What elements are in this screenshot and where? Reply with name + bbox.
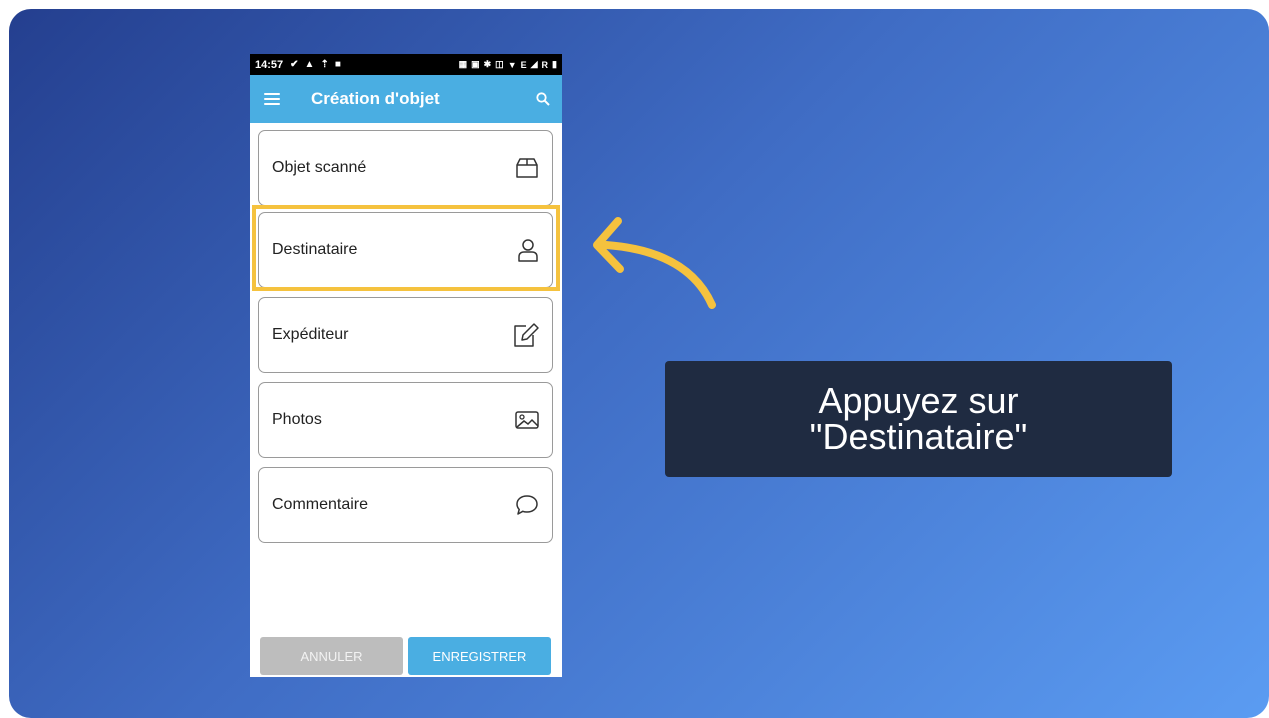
roaming-label: R: [541, 59, 549, 70]
edit-icon: [512, 322, 540, 348]
box-icon: [514, 157, 540, 179]
battery-icon: ▮: [552, 59, 557, 69]
search-icon[interactable]: [536, 92, 550, 106]
callout-line-1: Appuyez sur: [818, 380, 1019, 421]
item-destinataire[interactable]: Destinataire: [258, 212, 553, 288]
item-label: Photos: [272, 411, 322, 428]
nfc-icon: ▦: [458, 59, 468, 69]
video-icon: ■: [334, 58, 341, 70]
status-time: 14:57: [255, 58, 284, 71]
callout-line-2: "Destinataire": [809, 416, 1028, 457]
background-canvas: 14:57 ✔ ▲ ⇡ ■ ▦ ▣ ✱ ◫ ▼ E ◢ R ▮ Création…: [9, 9, 1269, 718]
menu-icon[interactable]: [264, 93, 280, 105]
item-label: Objet scanné: [272, 159, 367, 176]
pointer-arrow: [593, 217, 716, 309]
cast-icon: ▣: [471, 59, 480, 69]
item-expediteur[interactable]: Expéditeur: [258, 297, 553, 373]
image-icon: [514, 410, 540, 430]
item-commentaire[interactable]: Commentaire: [258, 467, 553, 543]
page-title: Création d'objet: [311, 89, 440, 108]
comment-icon: [514, 493, 540, 517]
item-label: Commentaire: [272, 496, 369, 513]
item-photos[interactable]: Photos: [258, 382, 553, 458]
user-icon: [516, 237, 540, 263]
wifi-icon: ▼: [507, 59, 517, 70]
item-label: Destinataire: [272, 241, 358, 258]
status-bar: 14:57 ✔ ▲ ⇡ ■ ▦ ▣ ✱ ◫ ▼ E ◢ R ▮: [250, 54, 562, 75]
signal-icon: ◢: [530, 59, 538, 69]
instruction-callout: Appuyez sur "Destinataire": [665, 361, 1172, 477]
save-button[interactable]: ENREGISTRER: [408, 637, 551, 675]
vibrate-icon: ◫: [495, 59, 504, 69]
network-label: E: [520, 59, 527, 70]
check-circle-icon: ✔: [290, 58, 299, 70]
upload-icon: ⇡: [320, 58, 329, 70]
cancel-button[interactable]: ANNULER: [260, 637, 403, 675]
app-bar: Création d'objet: [250, 75, 562, 123]
item-objet-scanne[interactable]: Objet scanné: [258, 130, 553, 206]
bluetooth-icon: ✱: [483, 59, 492, 69]
warning-icon: ▲: [304, 58, 315, 70]
item-label: Expéditeur: [272, 326, 349, 343]
phone-screen: 14:57 ✔ ▲ ⇡ ■ ▦ ▣ ✱ ◫ ▼ E ◢ R ▮ Création…: [250, 54, 562, 677]
